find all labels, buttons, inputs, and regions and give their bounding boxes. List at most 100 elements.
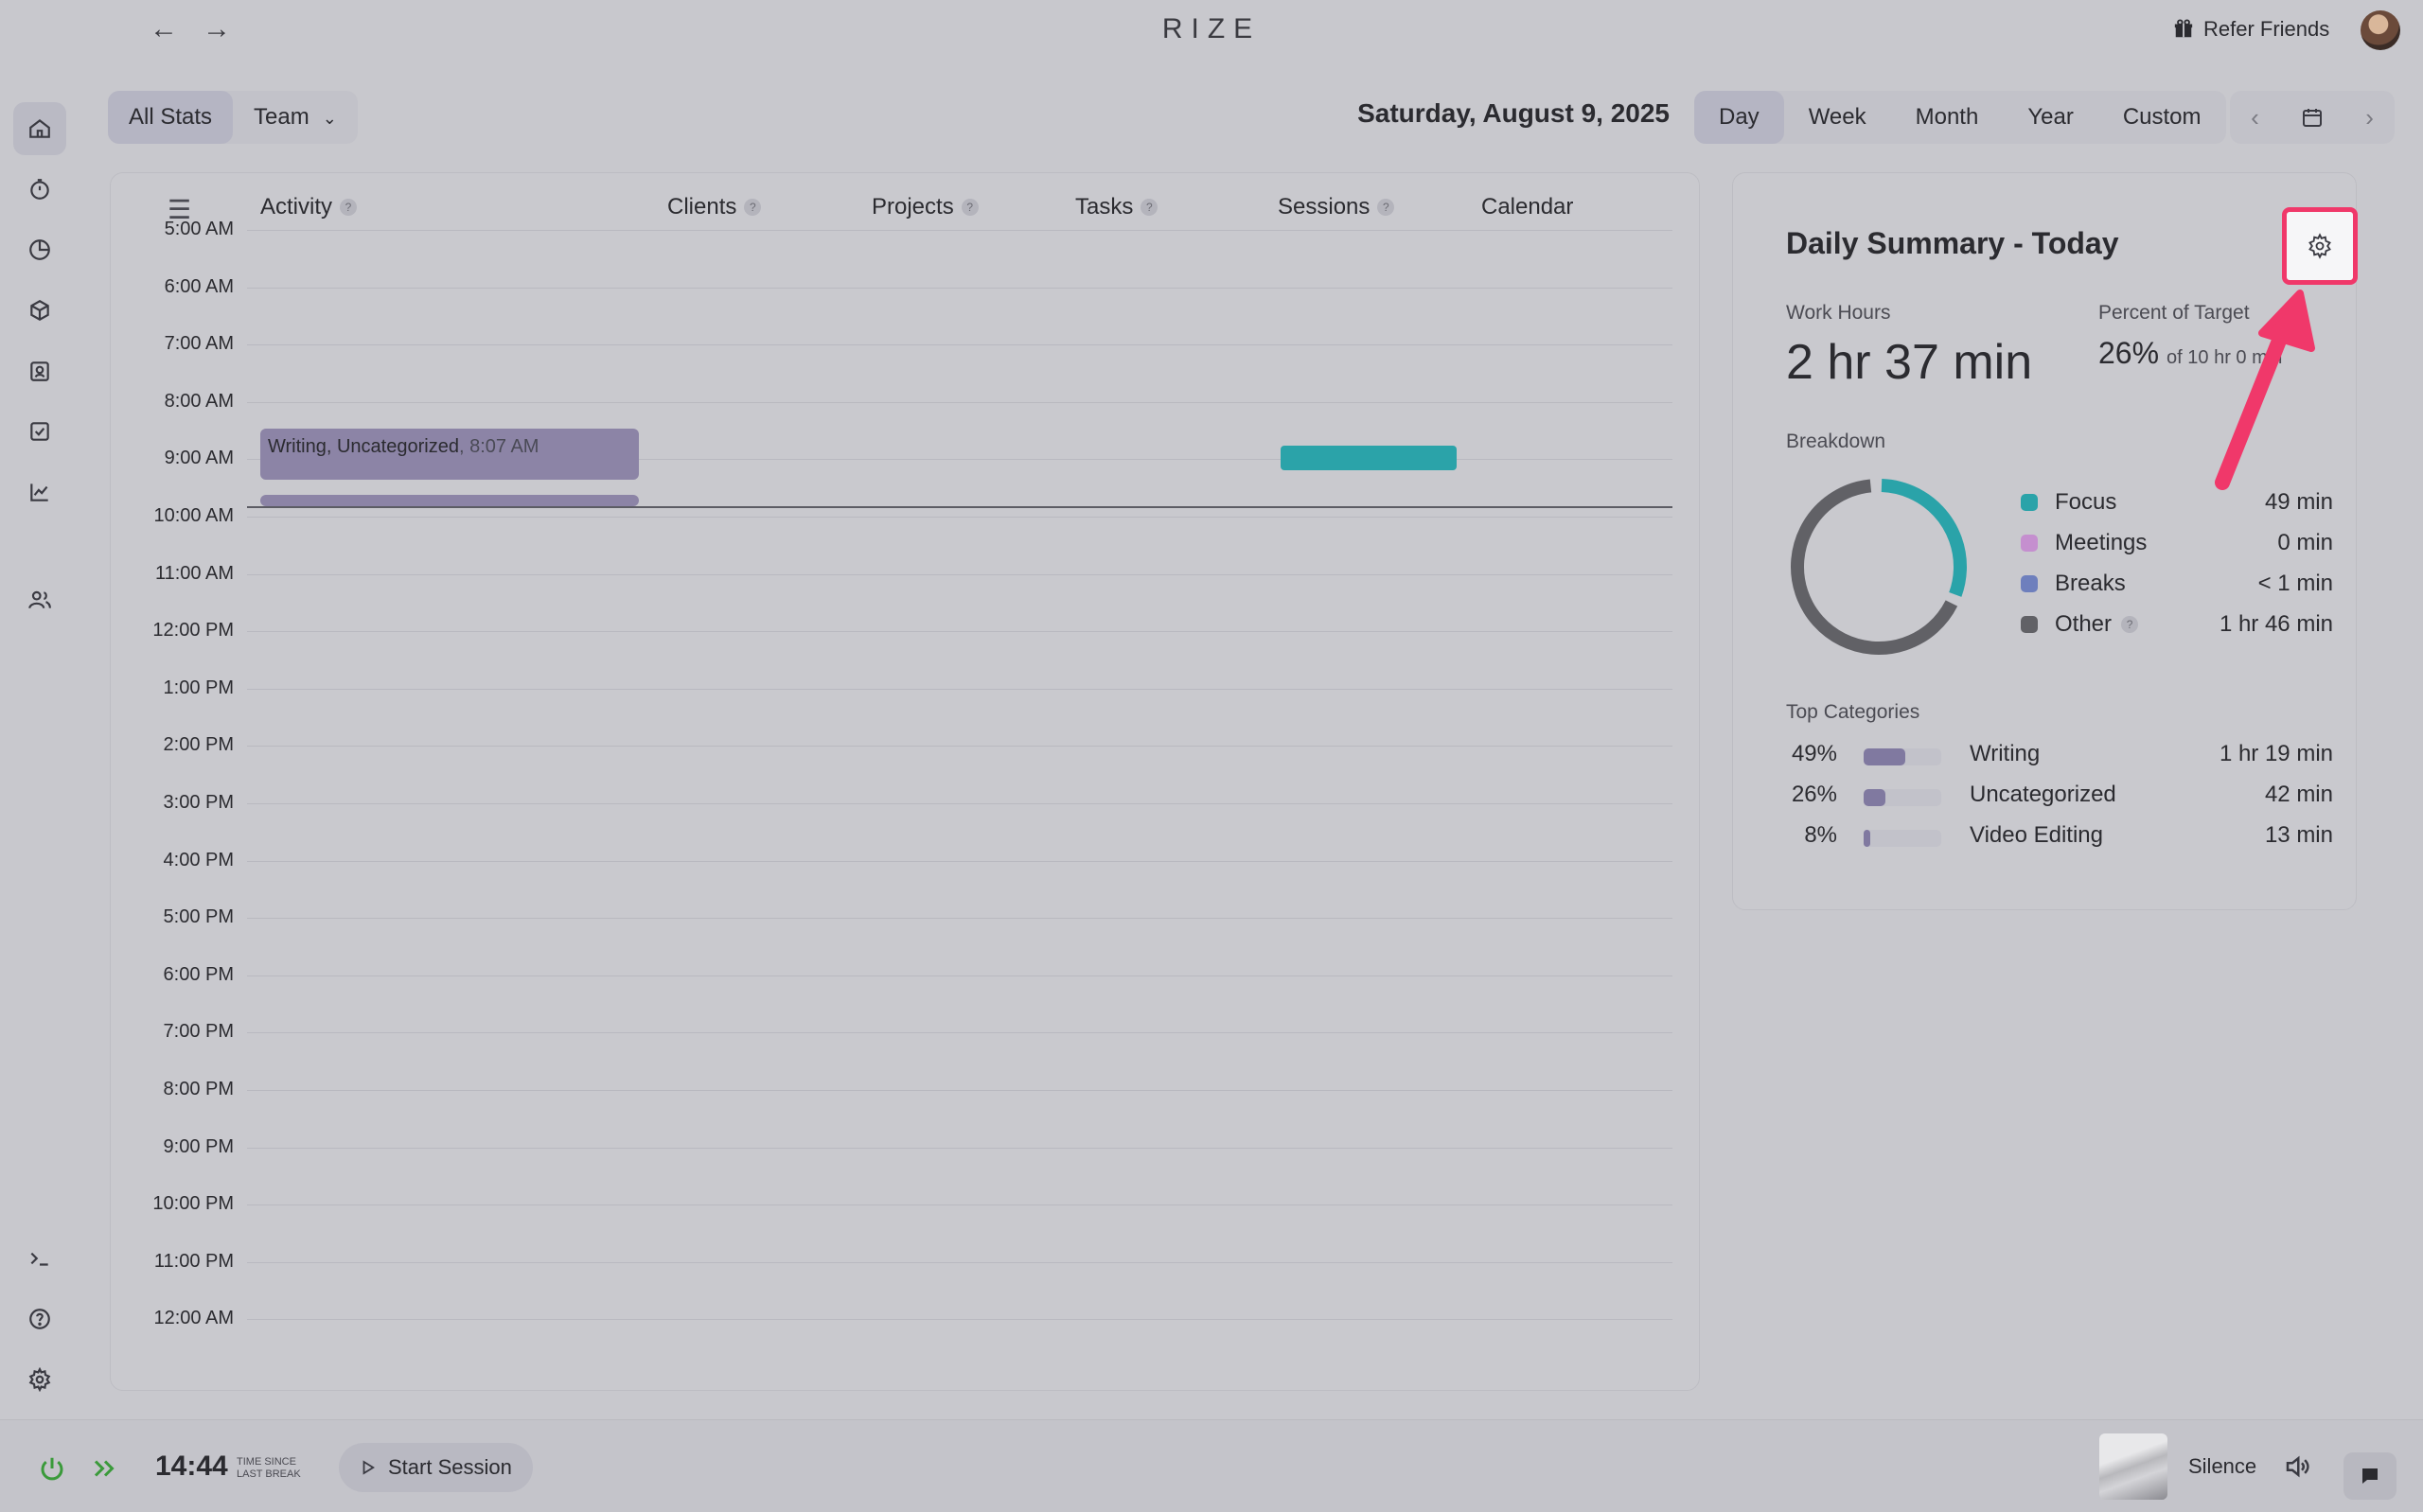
- sidebar-item-home[interactable]: [13, 102, 66, 155]
- sidebar-item-help[interactable]: [13, 1292, 66, 1345]
- time-since-line2: LAST BREAK: [237, 1468, 301, 1480]
- help-icon[interactable]: ?: [2121, 616, 2139, 633]
- home-icon: [29, 118, 50, 138]
- hour-gridline: [247, 344, 1672, 346]
- column-activity[interactable]: Activity?: [260, 194, 358, 220]
- users-icon: [28, 590, 51, 609]
- app-logo: RIZE: [1161, 13, 1262, 44]
- sidebar-item-tasks[interactable]: [13, 405, 66, 458]
- range-tabs: Day Week Month Year Custom: [1694, 91, 2226, 144]
- category-bar-track: [1864, 789, 1941, 806]
- hour-label: 12:00 AM: [153, 1308, 234, 1329]
- breakdown-value: 1 hr 46 min: [2219, 611, 2333, 637]
- tab-day[interactable]: Day: [1694, 91, 1784, 144]
- team-dropdown[interactable]: Team ⌄: [233, 91, 358, 144]
- hour-gridline: [247, 918, 1672, 920]
- sidebar-item-clients[interactable]: [13, 344, 66, 397]
- hour-label: 9:00 AM: [164, 448, 234, 469]
- avatar[interactable]: [2361, 10, 2400, 50]
- category-percent: 26%: [1791, 782, 1837, 807]
- tab-year[interactable]: Year: [2003, 91, 2098, 144]
- breakdown-row: Meetings 0 min: [2021, 530, 2333, 556]
- all-stats-tab[interactable]: All Stats: [108, 91, 234, 144]
- volume-icon[interactable]: [2283, 1452, 2311, 1481]
- column-calendar[interactable]: Calendar: [1481, 194, 1573, 220]
- legend-swatch: [2021, 575, 2038, 592]
- back-arrow-icon[interactable]: ←: [150, 13, 178, 45]
- column-activity-label: Activity: [260, 194, 333, 220]
- column-sessions[interactable]: Sessions?: [1278, 194, 1395, 220]
- gear-icon: [28, 1367, 51, 1392]
- sidebar-item-settings[interactable]: [13, 1353, 66, 1406]
- sidebar-item-team[interactable]: [13, 573, 66, 626]
- tab-month[interactable]: Month: [1891, 91, 2004, 144]
- gift-icon: [2174, 19, 2193, 38]
- donut-other-segment: [1791, 479, 1967, 655]
- hour-gridline: [247, 401, 1672, 403]
- hour-label: 5:00 AM: [164, 219, 234, 239]
- refer-friends-button[interactable]: Refer Friends: [2173, 17, 2329, 42]
- tab-week[interactable]: Week: [1784, 91, 1891, 144]
- time-since-break-label: TIME SINCE LAST BREAK: [237, 1456, 301, 1481]
- soundscape-thumbnail[interactable]: [2099, 1433, 2167, 1500]
- sidebar-item-timer[interactable]: [13, 163, 66, 216]
- category-percent: 49%: [1791, 741, 1837, 766]
- power-icon[interactable]: [38, 1454, 66, 1483]
- chevron-left-icon[interactable]: ‹: [2251, 103, 2259, 132]
- breakdown-name: Meetings: [2055, 530, 2148, 555]
- activity-event-bar[interactable]: [260, 495, 639, 506]
- tab-custom[interactable]: Custom: [2098, 91, 2226, 144]
- hour-gridline: [247, 1261, 1672, 1263]
- breakdown-name: Focus: [2055, 489, 2117, 515]
- start-session-button[interactable]: Start Session: [339, 1443, 533, 1492]
- hour-label: 3:00 PM: [163, 792, 234, 813]
- column-clients[interactable]: Clients?: [667, 194, 762, 220]
- time-since-line1: TIME SINCE: [237, 1456, 296, 1468]
- help-icon[interactable]: ?: [340, 199, 358, 216]
- sidebar-item-terminal[interactable]: [13, 1232, 66, 1285]
- chevron-down-icon: ⌄: [322, 109, 337, 128]
- hour-label: 7:00 AM: [164, 333, 234, 355]
- terminal-icon: [30, 1252, 48, 1266]
- legend-swatch: [2021, 616, 2038, 633]
- hour-label: 5:00 PM: [163, 906, 234, 928]
- column-tasks[interactable]: Tasks?: [1075, 194, 1158, 220]
- hour-gridline: [247, 1319, 1672, 1321]
- page-title: Saturday, August 9, 2025: [1357, 98, 1670, 128]
- help-icon[interactable]: ?: [1141, 199, 1158, 216]
- help-icon[interactable]: ?: [744, 199, 762, 216]
- chat-button[interactable]: [2343, 1452, 2396, 1500]
- hour-gridline: [247, 517, 1672, 518]
- hour-gridline: [247, 287, 1672, 289]
- activity-event[interactable]: Writing, Uncategorized, 8:07 AM: [260, 429, 639, 480]
- help-icon: [29, 1309, 50, 1329]
- column-projects[interactable]: Projects?: [872, 194, 979, 220]
- fast-forward-icon[interactable]: [91, 1454, 119, 1483]
- hour-label: 4:00 PM: [163, 849, 234, 870]
- legend-swatch: [2021, 494, 2038, 511]
- help-icon[interactable]: ?: [961, 199, 979, 216]
- hour-label: 9:00 PM: [163, 1135, 234, 1157]
- category-row[interactable]: 26% Uncategorized 42 min: [1786, 782, 2333, 814]
- session-block[interactable]: [1281, 446, 1457, 470]
- hour-gridline: [247, 746, 1672, 747]
- refer-friends-label: Refer Friends: [2203, 17, 2330, 41]
- category-row[interactable]: 49% Writing 1 hr 19 min: [1786, 741, 2333, 773]
- summary-settings-button[interactable]: [2282, 207, 2358, 285]
- sidebar-item-projects[interactable]: [13, 284, 66, 337]
- sidebar-item-analytics[interactable]: [13, 466, 66, 519]
- contact-card-icon: [30, 361, 49, 381]
- hour-gridline: [247, 803, 1672, 804]
- category-time: 13 min: [2264, 822, 2333, 848]
- breakdown-donut: [1791, 479, 1967, 655]
- hour-label: 11:00 AM: [154, 562, 234, 584]
- category-row[interactable]: 8% Video Editing 13 min: [1786, 822, 2333, 854]
- help-icon[interactable]: ?: [1377, 199, 1395, 216]
- play-icon: [363, 1460, 375, 1475]
- forward-arrow-icon[interactable]: →: [203, 13, 231, 45]
- hour-label: 6:00 AM: [164, 275, 234, 297]
- category-time: 1 hr 19 min: [2219, 741, 2333, 766]
- chevron-right-icon[interactable]: ›: [2365, 103, 2374, 132]
- calendar-icon[interactable]: [2301, 106, 2324, 129]
- sidebar-item-reports[interactable]: [13, 223, 66, 276]
